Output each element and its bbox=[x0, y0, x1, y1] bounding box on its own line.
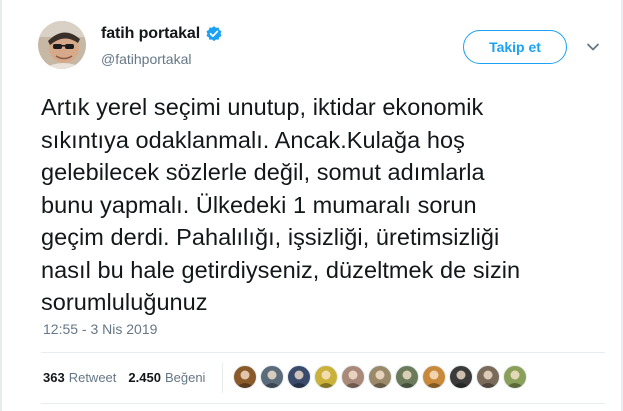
user-avatar-icon[interactable] bbox=[287, 365, 311, 389]
divider bbox=[41, 403, 605, 404]
follow-button[interactable]: Takip et bbox=[463, 30, 567, 64]
user-avatar-icon[interactable] bbox=[341, 365, 365, 389]
chevron-down-icon[interactable] bbox=[586, 40, 600, 54]
user-avatar-icon[interactable] bbox=[395, 365, 419, 389]
display-name[interactable]: fatih portakal bbox=[101, 25, 200, 43]
stats-separator bbox=[222, 363, 223, 393]
divider bbox=[41, 352, 605, 353]
verified-badge-icon bbox=[205, 25, 223, 43]
like-count[interactable]: 2.450 bbox=[128, 370, 161, 385]
tweet-timestamp[interactable]: 12:55 - 3 Nis 2019 bbox=[43, 321, 157, 337]
user-avatar-icon[interactable] bbox=[233, 365, 257, 389]
user-avatar-icon[interactable] bbox=[476, 365, 500, 389]
user-avatar-icon[interactable] bbox=[314, 365, 338, 389]
user-avatar-icon[interactable] bbox=[449, 365, 473, 389]
profile-photo-icon bbox=[38, 21, 86, 69]
retweet-count[interactable]: 363 bbox=[43, 370, 65, 385]
retweet-label[interactable]: Retweet bbox=[69, 370, 117, 385]
user-handle[interactable]: @fatihportakal bbox=[101, 51, 191, 67]
name-row: fatih portakal bbox=[101, 25, 223, 43]
frame-border-left bbox=[0, 0, 2, 411]
user-avatar-icon[interactable] bbox=[260, 365, 284, 389]
profile-avatar[interactable] bbox=[38, 21, 86, 69]
tweet-stats: 363 Retweet 2.450 Beğeni bbox=[43, 370, 205, 385]
user-avatar-icon[interactable] bbox=[503, 365, 527, 389]
like-label[interactable]: Beğeni bbox=[165, 370, 205, 385]
user-avatar-icon[interactable] bbox=[422, 365, 446, 389]
user-avatar-icon[interactable] bbox=[368, 365, 392, 389]
tweet-text: Artık yerel seçimi unutup, iktidar ekono… bbox=[41, 94, 521, 315]
liker-avatars bbox=[233, 365, 530, 389]
